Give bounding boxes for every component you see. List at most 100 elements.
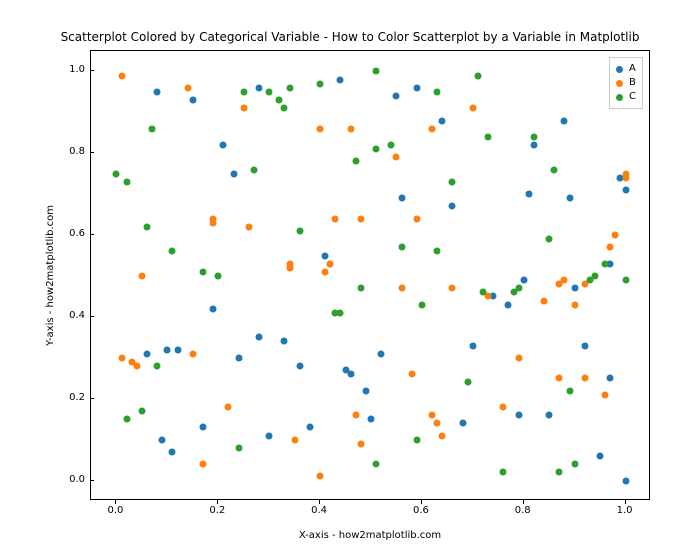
legend-label: A — [629, 62, 636, 76]
data-point — [439, 432, 446, 439]
data-point — [118, 354, 125, 361]
y-axis-label: Y-axis - how2matplotlib.com — [40, 50, 60, 500]
y-tick-label: 1.0 — [69, 64, 85, 75]
data-point — [123, 178, 130, 185]
data-point — [469, 105, 476, 112]
data-point — [515, 354, 522, 361]
y-tick: 1.0 — [55, 65, 85, 75]
data-point — [622, 477, 629, 484]
y-tick: 0.2 — [55, 393, 85, 403]
x-tick-label: 0.8 — [515, 505, 531, 516]
data-point — [434, 88, 441, 95]
y-tick: 0.4 — [55, 311, 85, 321]
data-point — [317, 80, 324, 87]
data-point — [337, 76, 344, 83]
data-point — [622, 187, 629, 194]
legend-label: B — [629, 76, 636, 90]
x-tick: 0.2 — [197, 505, 237, 516]
x-tick: 0.0 — [95, 505, 135, 516]
data-point — [592, 273, 599, 280]
data-point — [373, 68, 380, 75]
data-point — [622, 174, 629, 181]
data-point — [240, 88, 247, 95]
data-point — [159, 436, 166, 443]
y-tick-label: 0.8 — [69, 146, 85, 157]
x-tick: 0.4 — [299, 505, 339, 516]
data-point — [515, 285, 522, 292]
data-point — [434, 248, 441, 255]
data-point — [474, 72, 481, 79]
x-axis-label: X-axis - how2matplotlib.com — [90, 530, 650, 541]
data-point — [546, 236, 553, 243]
legend-entry: C — [616, 90, 636, 104]
data-point — [398, 195, 405, 202]
data-point — [256, 84, 263, 91]
data-point — [174, 346, 181, 353]
data-point — [561, 117, 568, 124]
data-point — [373, 146, 380, 153]
data-point — [515, 412, 522, 419]
data-point — [286, 260, 293, 267]
data-point — [245, 223, 252, 230]
data-point — [556, 469, 563, 476]
data-point — [113, 170, 120, 177]
data-point — [317, 125, 324, 132]
data-point — [607, 244, 614, 251]
data-point — [439, 117, 446, 124]
x-tick: 0.6 — [401, 505, 441, 516]
data-point — [607, 375, 614, 382]
data-point — [210, 219, 217, 226]
data-point — [200, 424, 207, 431]
data-point — [327, 260, 334, 267]
data-point — [357, 440, 364, 447]
data-point — [408, 371, 415, 378]
figure: Scatterplot Colored by Categorical Varia… — [0, 0, 700, 560]
legend-entry: B — [616, 76, 636, 90]
data-point — [306, 424, 313, 431]
data-point — [413, 436, 420, 443]
data-point — [291, 436, 298, 443]
data-point — [449, 203, 456, 210]
data-point — [505, 301, 512, 308]
y-axis-label-text: Y-axis - how2matplotlib.com — [45, 205, 56, 346]
data-point — [551, 166, 558, 173]
data-point — [581, 342, 588, 349]
x-tick-label: 0.6 — [413, 505, 429, 516]
data-point — [189, 97, 196, 104]
data-point — [184, 84, 191, 91]
data-point — [485, 133, 492, 140]
data-point — [281, 338, 288, 345]
data-point — [398, 285, 405, 292]
data-point — [530, 133, 537, 140]
data-point — [235, 354, 242, 361]
data-point — [602, 260, 609, 267]
data-point — [138, 408, 145, 415]
data-point — [393, 154, 400, 161]
data-point — [240, 105, 247, 112]
data-point — [571, 285, 578, 292]
data-point — [556, 375, 563, 382]
data-point — [566, 195, 573, 202]
data-point — [357, 215, 364, 222]
data-point — [352, 158, 359, 165]
data-point — [597, 453, 604, 460]
data-point — [464, 379, 471, 386]
data-point — [322, 268, 329, 275]
data-point — [154, 363, 161, 370]
data-point — [250, 166, 257, 173]
data-point — [322, 252, 329, 259]
data-point — [449, 285, 456, 292]
data-point — [296, 228, 303, 235]
data-point — [571, 301, 578, 308]
data-point — [469, 342, 476, 349]
legend: ABC — [609, 57, 643, 109]
data-point — [149, 125, 156, 132]
data-point — [368, 416, 375, 423]
y-tick-label: 0.0 — [69, 474, 85, 485]
data-point — [581, 375, 588, 382]
data-point — [225, 403, 232, 410]
data-point — [357, 285, 364, 292]
legend-swatch — [616, 66, 623, 73]
y-tick-label: 0.2 — [69, 392, 85, 403]
data-point — [378, 350, 385, 357]
